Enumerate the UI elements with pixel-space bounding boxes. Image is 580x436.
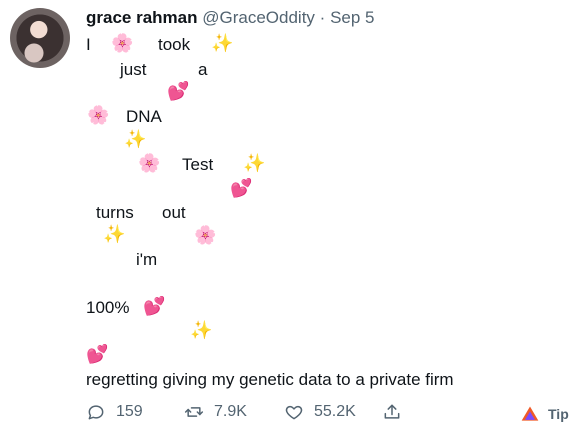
cherry-blossom-icon: 🌸 xyxy=(111,33,134,53)
word-took: took xyxy=(158,35,191,54)
word-a: a xyxy=(198,60,208,79)
tweet-final-line: regretting giving my genetic data to a p… xyxy=(86,370,454,389)
cherry-blossom-icon: 🌸 xyxy=(194,225,217,245)
cherry-blossom-icon: 🌸 xyxy=(138,153,161,173)
word-100-percent: 100% xyxy=(86,298,130,317)
word-out: out xyxy=(162,203,186,222)
two-hearts-icon: 💕 xyxy=(167,81,190,101)
two-hearts-icon: 💕 xyxy=(230,178,253,198)
sparkles-icon: ✨ xyxy=(190,320,213,340)
like-count: 55.2K xyxy=(314,403,356,420)
cherry-blossom-icon: 🌸 xyxy=(87,105,110,125)
author-name[interactable]: grace rahman xyxy=(86,8,198,27)
author-handle[interactable]: @GraceOddity xyxy=(202,8,315,27)
word-im: i'm xyxy=(136,250,158,269)
reply-button[interactable]: 159 xyxy=(86,402,143,422)
retweet-icon xyxy=(184,407,204,417)
word-i: I xyxy=(86,35,91,54)
reply-count: 159 xyxy=(116,403,143,420)
word-turns: turns xyxy=(96,203,134,222)
brave-tip-icon xyxy=(521,406,539,421)
sparkles-icon: ✨ xyxy=(103,224,126,244)
retweet-button[interactable]: 7.9K xyxy=(184,402,247,422)
heart-outline-icon xyxy=(285,405,303,420)
like-button[interactable]: 55.2K xyxy=(284,402,356,422)
header-separator: · xyxy=(319,8,326,27)
tweet-header: grace rahman @GraceOddity · Sep 5 xyxy=(86,8,375,28)
avatar[interactable] xyxy=(10,8,70,68)
share-button[interactable] xyxy=(382,402,412,422)
tweet-date[interactable]: Sep 5 xyxy=(330,8,374,27)
sparkles-icon: ✨ xyxy=(211,33,234,53)
tip-button[interactable]: Tip xyxy=(520,404,569,424)
share-icon xyxy=(384,404,400,419)
two-hearts-icon: 💕 xyxy=(86,344,109,364)
reply-icon xyxy=(88,405,104,420)
tip-label: Tip xyxy=(548,406,569,422)
sparkles-icon: ✨ xyxy=(124,129,147,149)
word-test: Test xyxy=(182,155,214,174)
two-hearts-icon: 💕 xyxy=(143,296,166,316)
word-dna: DNA xyxy=(126,107,162,126)
word-just: just xyxy=(120,60,147,79)
sparkles-icon: ✨ xyxy=(243,153,266,173)
tweet-actions: 159 7.9K 55.2K Tip xyxy=(86,402,580,432)
retweet-count: 7.9K xyxy=(214,403,247,420)
